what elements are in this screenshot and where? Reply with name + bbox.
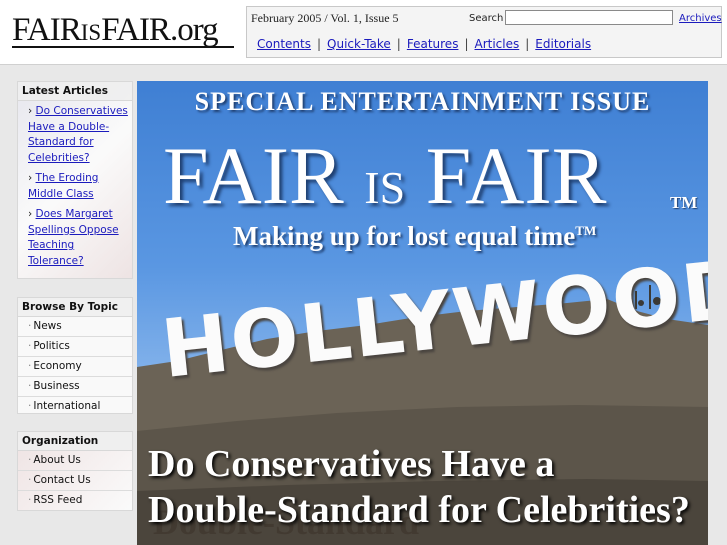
trademark-mark: TM bbox=[670, 193, 698, 212]
latest-article-item: › Do Conservatives Have a Double-Standar… bbox=[18, 101, 132, 168]
hero-title: FAIR IS FAIR bbox=[163, 130, 607, 221]
latest-article-item: › The Eroding Middle Class bbox=[18, 168, 132, 204]
org-label: RSS Feed bbox=[33, 494, 83, 506]
topic-label: Economy bbox=[33, 360, 82, 372]
bullet-icon: · bbox=[28, 474, 32, 486]
browse-topics-box: Browse By Topic · News · Politics · Economy… bbox=[17, 297, 133, 414]
issue-info: February 2005 / Vol. 1, Issue 5 bbox=[251, 11, 399, 25]
special-issue-banner: SPECIAL ENTERTAINMENT ISSUE bbox=[194, 87, 651, 116]
nav-separator: | bbox=[464, 37, 469, 51]
bullet-icon: · bbox=[28, 380, 32, 392]
archives-link[interactable]: Archives bbox=[679, 13, 722, 24]
hero-tagline: Making up for lost equal timeTM bbox=[233, 221, 597, 251]
nav-separator: | bbox=[525, 37, 530, 51]
topic-item-economy[interactable]: · Economy bbox=[18, 357, 132, 377]
latest-article-link[interactable]: Does Margaret Spellings Oppose Teaching … bbox=[28, 208, 119, 267]
latest-article-item: › Does Margaret Spellings Oppose Teachin… bbox=[18, 204, 132, 271]
browse-topics-title: Browse By Topic bbox=[18, 298, 132, 317]
logo-underline bbox=[12, 46, 234, 48]
nav-contents[interactable]: Contents bbox=[257, 37, 311, 51]
bullet-icon: · bbox=[28, 454, 32, 466]
topic-item-news[interactable]: · News bbox=[18, 317, 132, 337]
bullet-icon: · bbox=[28, 400, 32, 412]
nav-editorials[interactable]: Editorials bbox=[535, 37, 591, 51]
topic-label: Business bbox=[33, 380, 80, 392]
masthead-bar: February 2005 / Vol. 1, Issue 5 Search A… bbox=[246, 6, 722, 58]
latest-article-link[interactable]: The Eroding Middle Class bbox=[28, 172, 98, 200]
topic-item-business[interactable]: · Business bbox=[18, 377, 132, 397]
organization-title: Organization bbox=[18, 432, 132, 451]
nav-separator: | bbox=[316, 37, 322, 51]
topic-label: Politics bbox=[33, 340, 70, 352]
latest-articles-title: Latest Articles bbox=[18, 82, 132, 101]
feature-hero[interactable]: SPECIAL ENTERTAINMENT ISSUE FAIR IS FAIR… bbox=[137, 81, 708, 545]
topic-label: International bbox=[33, 400, 101, 412]
latest-article-link[interactable]: Do Conservatives Have a Double-Standard … bbox=[28, 105, 128, 164]
org-label: About Us bbox=[33, 454, 81, 466]
bullet-icon: › bbox=[28, 172, 33, 184]
sidebar: Latest Articles › Do Conservatives Have … bbox=[17, 81, 133, 511]
bullet-icon: › bbox=[28, 105, 33, 117]
bullet-icon: · bbox=[28, 320, 32, 332]
organization-box: Organization · About Us · Contact Us · RSS … bbox=[17, 431, 133, 511]
org-item-contact-us[interactable]: · Contact Us bbox=[18, 471, 132, 491]
nav-features[interactable]: Features bbox=[407, 37, 459, 51]
topic-item-politics[interactable]: · Politics bbox=[18, 337, 132, 357]
feature-headline[interactable]: Do Conservatives Have a Double-Standard f… bbox=[148, 441, 690, 533]
topic-label: News bbox=[33, 320, 62, 332]
main-nav: Contents | Quick-Take | Features | Articles | Ed… bbox=[257, 37, 591, 51]
bullet-icon: · bbox=[28, 360, 32, 372]
nav-articles[interactable]: Articles bbox=[475, 37, 520, 51]
nav-separator: | bbox=[396, 37, 401, 51]
bullet-icon: › bbox=[28, 208, 33, 220]
search-input[interactable] bbox=[505, 10, 673, 25]
topic-item-international[interactable]: · International bbox=[18, 397, 132, 416]
site-header: FAIRISFAIR.org February 2005 / Vol. 1, I… bbox=[0, 0, 727, 65]
latest-articles-box: Latest Articles › Do Conservatives Have … bbox=[17, 81, 133, 279]
search-label: Search bbox=[469, 13, 504, 24]
nav-quick-take[interactable]: Quick-Take bbox=[327, 37, 391, 51]
bullet-icon: · bbox=[28, 494, 32, 506]
org-item-about-us[interactable]: · About Us bbox=[18, 451, 132, 471]
bullet-icon: · bbox=[28, 340, 32, 352]
org-item-rss-feed[interactable]: · RSS Feed bbox=[18, 491, 132, 510]
org-label: Contact Us bbox=[33, 474, 91, 486]
